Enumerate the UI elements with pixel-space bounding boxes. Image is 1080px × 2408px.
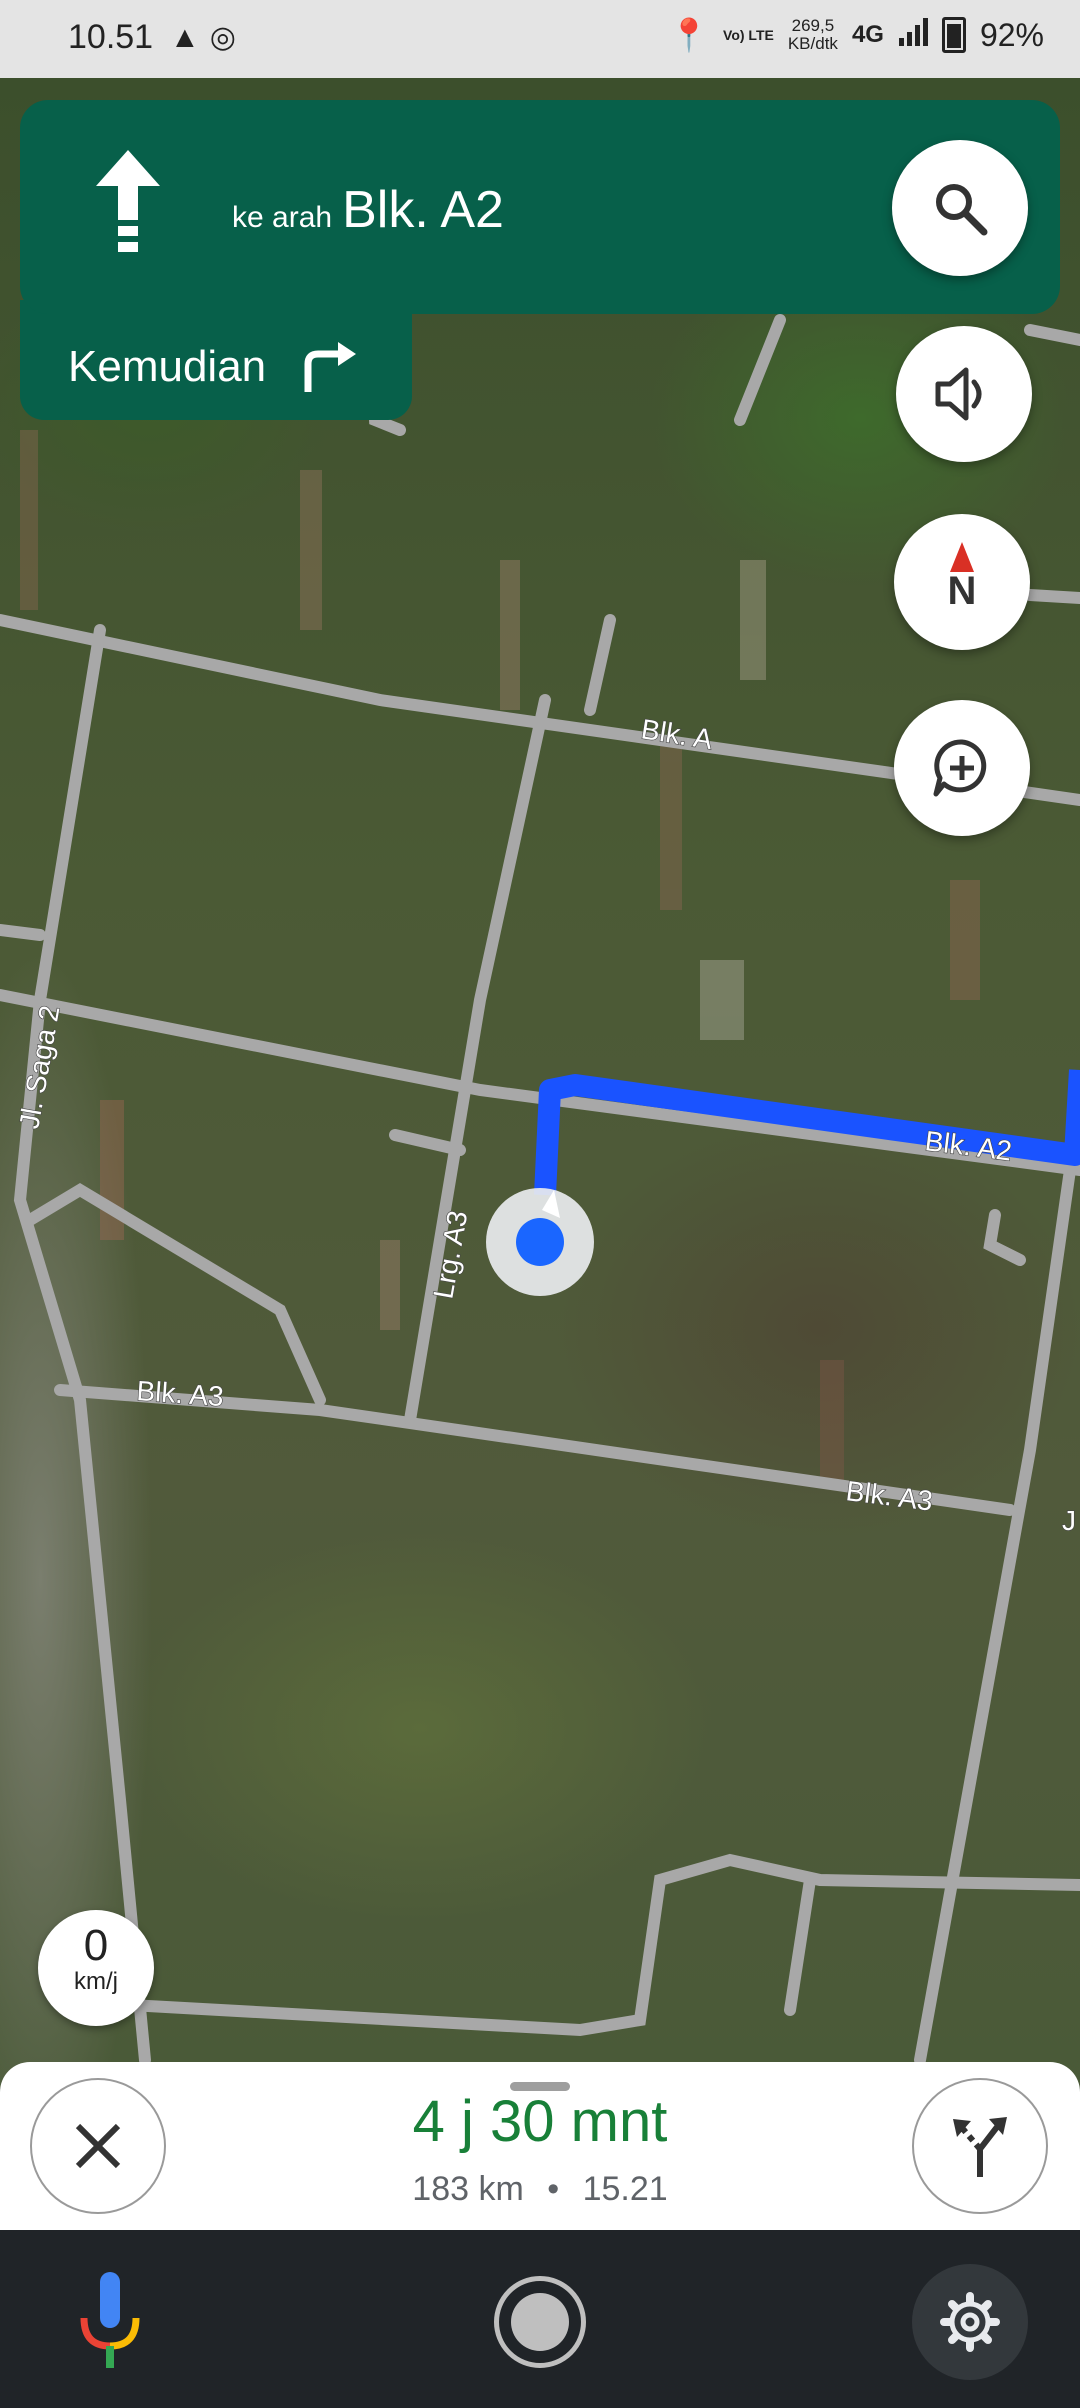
speed-value: 0 xyxy=(83,1921,109,1970)
direction-text: ke arah Blk. A2 xyxy=(232,180,504,240)
search-icon xyxy=(936,184,988,236)
sound-button[interactable] xyxy=(896,326,1032,462)
google-mic-icon[interactable] xyxy=(78,2272,142,2372)
compass-needle-icon xyxy=(950,542,974,572)
search-button[interactable] xyxy=(892,140,1028,276)
status-right-cluster: 📍 Vo) LTE 269,5 KB/dtk 4G 92% xyxy=(669,16,1044,54)
towards-prefix: ke arah xyxy=(232,201,333,234)
trip-separator: • xyxy=(547,2170,560,2208)
arrival-time: 15.21 xyxy=(582,2170,668,2208)
navigation-arrow-icon: ▲ xyxy=(170,21,210,54)
home-button[interactable] xyxy=(494,2276,586,2368)
status-notification-icons: ▲◎ xyxy=(170,20,246,55)
trip-distance: 183 km xyxy=(412,2170,524,2208)
status-bar: 10.51 ▲◎ 📍 Vo) LTE 269,5 KB/dtk 4G 92% xyxy=(0,0,1080,78)
add-report-button[interactable] xyxy=(894,700,1030,836)
add-report-icon xyxy=(933,739,987,797)
eta-minutes: 30 xyxy=(490,2089,555,2154)
street-label-lrg-a3: Lrg. A3 xyxy=(427,1208,473,1301)
alternate-routes-button[interactable] xyxy=(912,2078,1048,2214)
compass-button[interactable]: N xyxy=(894,514,1030,650)
data-speed-unit: KB/dtk xyxy=(787,34,838,53)
battery-percent: 92% xyxy=(979,16,1044,53)
location-icon: 📍 xyxy=(669,17,710,53)
arrow-up-icon xyxy=(96,150,160,252)
fork-route-icon xyxy=(953,2117,1007,2177)
whatsapp-icon: ◎ xyxy=(209,21,246,54)
eta-minutes-unit: mnt xyxy=(570,2089,668,2154)
compass-letter: N xyxy=(947,568,977,613)
status-time: 10.51 xyxy=(68,18,154,56)
speedometer: 0 km/j xyxy=(38,1910,154,2026)
speed-unit: km/j xyxy=(74,1968,118,1995)
battery-icon xyxy=(941,17,966,53)
settings-button[interactable] xyxy=(912,2264,1028,2380)
street-label-blk-a: Blk. A xyxy=(639,713,715,755)
street-label-blk-a3-left: Blk. A3 xyxy=(136,1375,225,1412)
street-label-edge: J xyxy=(1062,1505,1076,1536)
gear-icon xyxy=(940,2292,1000,2352)
street-label-blk-a3-right: Blk. A3 xyxy=(844,1475,934,1516)
turn-right-icon xyxy=(304,342,356,392)
volume-icon xyxy=(935,367,982,421)
network-type: 4G xyxy=(851,21,884,48)
home-button-icon xyxy=(511,2293,569,2351)
towards-street: Blk. A2 xyxy=(342,181,504,239)
street-label-jl-saga-2: Jl. Saga 2 xyxy=(13,1003,65,1131)
street-label-blk-a2: Blk. A2 xyxy=(923,1125,1013,1166)
eta-hours: 4 j xyxy=(412,2089,474,2154)
data-speed: 269,5 KB/dtk xyxy=(788,17,838,53)
then-label: Kemudian xyxy=(68,342,267,391)
data-speed-value: 269,5 xyxy=(791,16,835,35)
volte-indicator: Vo) LTE xyxy=(723,27,774,43)
current-location-puck xyxy=(486,1188,594,1296)
signal-icon xyxy=(898,17,928,54)
